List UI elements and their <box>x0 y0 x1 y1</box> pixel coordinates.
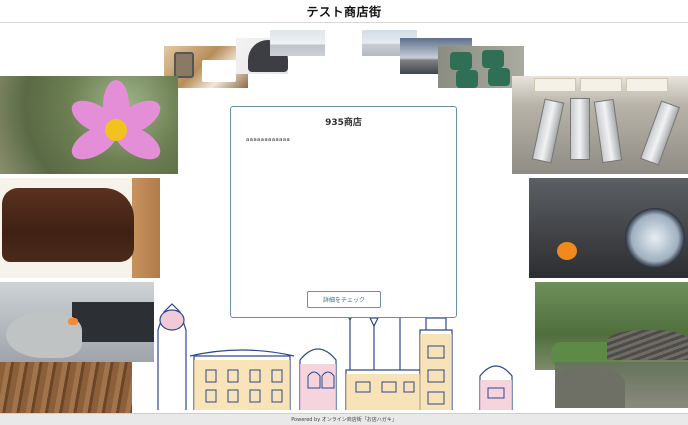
site-header: テスト商店街 <box>0 0 688 23</box>
shop-description: aaaaaaaaaaaa <box>246 137 291 143</box>
details-button[interactable]: 詳細をチェック <box>307 291 381 308</box>
photo-bird-keyboard <box>0 282 154 362</box>
footer: Powered by オンライン商店街「お店ハガキ」 <box>0 413 688 425</box>
site-title: テスト商店街 <box>306 4 382 19</box>
photo-hardware-brackets <box>512 76 688 174</box>
photo-seascape-left <box>270 30 325 56</box>
powered-by-text: Powered by オンライン商店街「お店ハガキ」 <box>291 417 397 423</box>
shop-card: 935商店 aaaaaaaaaaaa 詳細をチェック <box>230 106 457 318</box>
photo-garden-roof <box>535 282 688 370</box>
photo-pound-cake <box>0 178 160 278</box>
photo-cosmos-flower <box>0 76 178 174</box>
photo-rock-wall <box>555 362 688 408</box>
shop-name: 935商店 <box>325 118 362 128</box>
photo-motorcycle <box>529 178 688 278</box>
